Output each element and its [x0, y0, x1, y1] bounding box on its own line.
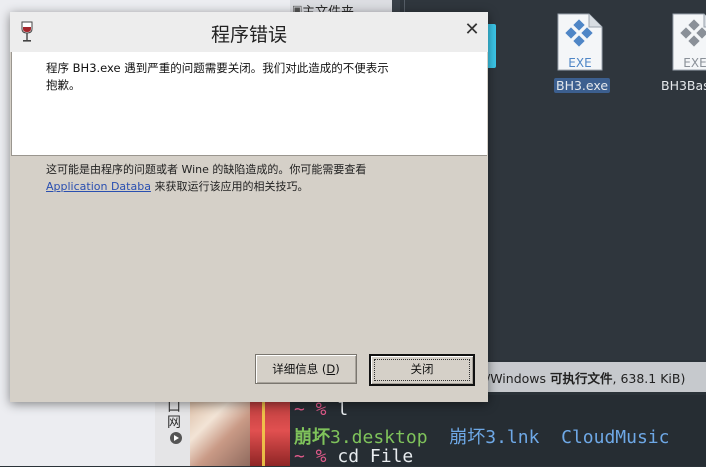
exe-icon-text: EXE [568, 56, 591, 70]
status-text: /Windows 可执行文件, 638.1 KiB) [486, 371, 686, 386]
app-database-link[interactable]: Application Databa [46, 180, 151, 193]
play-icon[interactable] [170, 432, 182, 444]
error-message: 程序 BH3.exe 遇到严重的问题需要关闭。我们对此造成的不便表示 抱歉。 [46, 61, 389, 92]
terminal-line: ~ % l [294, 399, 349, 420]
exe-icon-text: EXE [683, 56, 706, 70]
close-icon[interactable]: ✕ [462, 20, 482, 40]
dialog-titlebar[interactable]: 程序错误 ✕ [10, 12, 488, 52]
file-label-selected[interactable]: BH3.exe [554, 78, 611, 93]
wallpaper-image [190, 395, 250, 466]
app-window-preview [250, 395, 290, 466]
close-button[interactable]: 关闭 [369, 354, 475, 386]
exe-file-icon[interactable]: EXE [672, 13, 706, 71]
details-button[interactable]: 详细信息 (D) [255, 354, 357, 384]
exe-file-icon[interactable]: EXE [557, 13, 603, 71]
dialog-title: 程序错误 [210, 24, 287, 46]
terminal-line: ~ % cd File [294, 446, 414, 467]
file-label[interactable]: BH3Bas [661, 78, 706, 93]
dock-label: 网 [167, 415, 181, 431]
decorative-stripe [262, 395, 265, 466]
info-message: 这可能是由程序的问题或者 Wine 的缺陷造成的。你可能需要查看 Applicat… [46, 163, 367, 193]
